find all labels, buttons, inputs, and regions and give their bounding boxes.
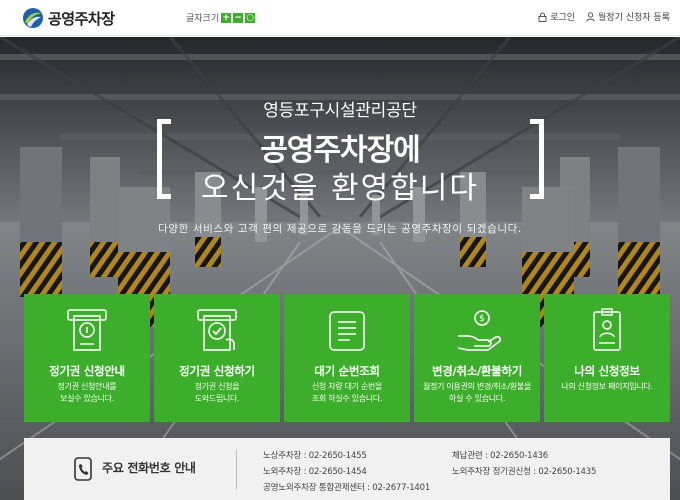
card-title: 나의 신청정보 bbox=[574, 364, 640, 378]
font-reset-button[interactable]: ○ bbox=[245, 12, 256, 23]
ticket-apply-icon bbox=[197, 309, 237, 351]
card-title: 정기권 신청하기 bbox=[179, 364, 255, 378]
phone-title: 주요 전화번호 안내 bbox=[102, 461, 196, 475]
register-label: 월정기 신청자 등록 bbox=[598, 13, 670, 23]
hero-subtitle: 영등포구시설관리공단 bbox=[263, 101, 417, 121]
header-links: 로그인 월정기 신청자 등록 bbox=[527, 10, 670, 23]
id-badge-icon bbox=[593, 308, 621, 351]
card-desc-line1: 신청 차량 대기 순번을 bbox=[311, 382, 383, 391]
site-logo[interactable]: 공영주차장 bbox=[22, 7, 115, 29]
login-link[interactable]: 로그인 bbox=[538, 10, 575, 23]
user-icon bbox=[586, 11, 595, 22]
login-label: 로그인 bbox=[550, 13, 576, 23]
phone-entry: 노외주차장 : 02-2650-1454 bbox=[263, 467, 367, 477]
lock-icon bbox=[538, 12, 547, 22]
card-waiting-order[interactable]: 대기 순번조회 신청 차량 대기 순번을 조회 하실수 있습니다. bbox=[284, 294, 410, 422]
phone-entry: 노상주차장 : 02-2650-1455 bbox=[263, 451, 367, 461]
font-size-label: 글자크기 bbox=[186, 14, 220, 24]
phone-divider bbox=[236, 450, 237, 490]
card-desc-line1: 정기권 신청안내를 bbox=[57, 382, 117, 391]
document-scroll-icon bbox=[329, 311, 365, 351]
logo-text: 공영주차장 bbox=[48, 9, 115, 28]
card-desc-line2: 하실 수 있습니다. bbox=[448, 394, 506, 403]
card-desc-line1: 정기권 신청을 bbox=[194, 382, 240, 391]
card-ticket-info[interactable]: 정기권 신청안내 정기권 신청안내를 보실수 있습니다. bbox=[24, 294, 150, 422]
card-ticket-apply[interactable]: 정기권 신청하기 정기권 신청을 도와드립니다. bbox=[154, 294, 280, 422]
logo-swoosh-icon bbox=[23, 8, 43, 28]
card-desc-line2: 조회 하실수 있습니다. bbox=[311, 394, 383, 403]
phone-entry: 노외주차장 정기권신청 : 02-2650-1435 bbox=[452, 467, 597, 477]
ticket-info-icon bbox=[67, 309, 107, 351]
hero-banner: 영등포구시설관리공단 공영주차장에 오신것을 환영합니다 다양한 서비스와 고객… bbox=[0, 37, 680, 500]
card-my-application[interactable]: 나의 신청정보 나의 신청정보 페이지입니다. bbox=[544, 294, 670, 422]
site-header: 공영주차장 글자크기 + − ○ 로그인 월정기 신청자 등록 bbox=[0, 0, 680, 36]
card-desc-line1: 월정기 이용권의 변경/취소/환불을 bbox=[422, 382, 532, 391]
card-change-cancel-refund[interactable]: $ 변경/취소/환불하기 월정기 이용권의 변경/취소/환불을 하실 수 있습니… bbox=[414, 294, 540, 422]
hand-coin-icon: $ bbox=[457, 310, 502, 351]
font-increase-button[interactable]: + bbox=[221, 12, 232, 23]
register-link[interactable]: 월정기 신청자 등록 bbox=[586, 10, 670, 23]
font-decrease-button[interactable]: − bbox=[233, 12, 244, 23]
card-title: 변경/취소/환불하기 bbox=[431, 364, 523, 378]
hero-description: 다양한 서비스와 고객 편의 제공으로 감동을 드리는 공영주차장이 되겠습니다… bbox=[158, 223, 522, 235]
phone-entry: 체납관련 : 02-2650-1436 bbox=[452, 451, 548, 461]
hero-title-line2: 오신것을 환영합니다 bbox=[201, 171, 479, 206]
phone-directory: 주요 전화번호 안내 노상주차장 : 02-2650-1455 노외주차장 : … bbox=[24, 438, 670, 500]
card-title: 대기 순번조회 bbox=[314, 364, 380, 378]
font-size-control: 글자크기 + − ○ bbox=[186, 11, 256, 24]
card-title: 정기권 신청안내 bbox=[49, 364, 125, 378]
card-desc-line2: 보실수 있습니다. bbox=[60, 394, 114, 403]
phone-entry: 공영노외주차장 통합관제센터 : 02-2677-1401 bbox=[263, 483, 431, 493]
phone-icon bbox=[74, 457, 92, 481]
card-desc-line1: 나의 신청정보 페이지입니다. bbox=[561, 382, 653, 391]
service-cards: 정기권 신청안내 정기권 신청안내를 보실수 있습니다. 정기권 신청하기 정기… bbox=[24, 294, 670, 422]
card-desc-line2: 도와드립니다. bbox=[194, 394, 240, 403]
svg-text:$: $ bbox=[479, 314, 485, 324]
